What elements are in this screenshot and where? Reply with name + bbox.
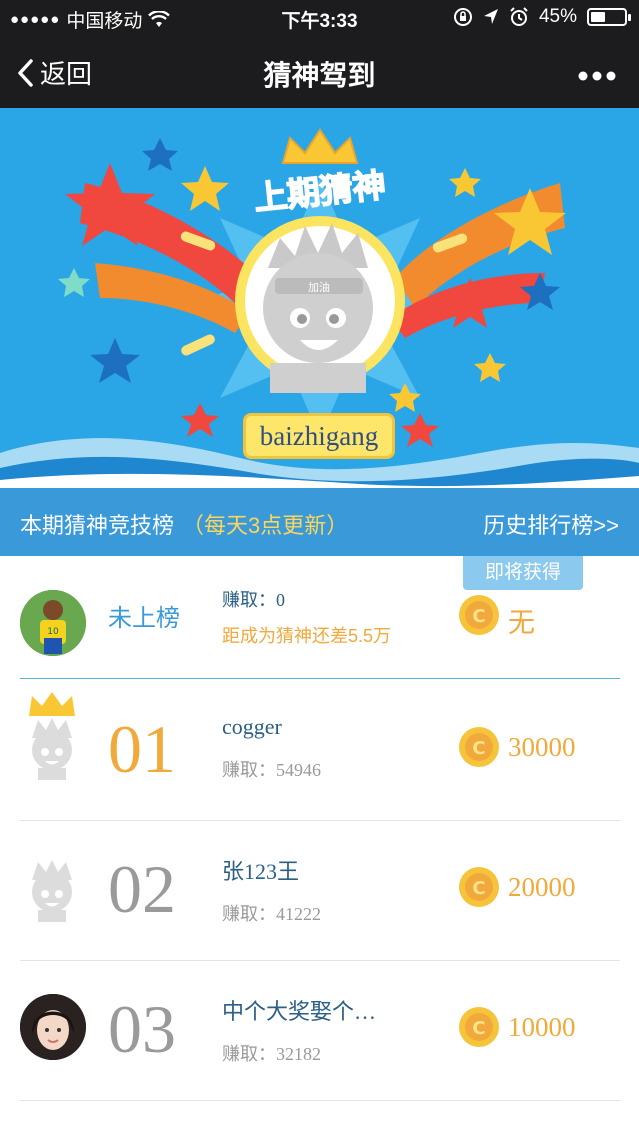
- my-entry-row: 10 未上榜 赚取：0 距成为猜神还差5.5万 C 无: [20, 586, 620, 678]
- more-dots-icon: [578, 71, 616, 81]
- soon-reward-tag: 即将获得: [463, 556, 583, 590]
- svg-text:C: C: [472, 738, 485, 759]
- user-name: 中个大奖娶个…: [222, 999, 377, 1024]
- banner-heading: 上期猜神: [252, 165, 387, 218]
- page-title: 猜神驾到: [263, 60, 376, 91]
- reward-amount: 30000: [508, 732, 576, 762]
- reward-amount: 10000: [508, 1012, 576, 1042]
- coin-icon: C: [459, 867, 499, 907]
- divider: [20, 820, 620, 821]
- user-avatar: [20, 994, 86, 1060]
- back-label: 返回: [40, 59, 93, 89]
- user-earned: 赚取：41222: [222, 904, 321, 924]
- champion-username: baizhigang: [243, 413, 395, 459]
- battery-percent: 45%: [538, 6, 577, 27]
- divider: [20, 678, 620, 679]
- divider: [20, 1100, 620, 1101]
- leaderboard-header: 本期猜神竞技榜 （每天3点更新） 历史排行榜>>: [0, 488, 639, 556]
- coin-icon: C: [459, 727, 499, 767]
- status-bar: ●●●●● 中国移动 下午3:33 45%: [0, 0, 639, 36]
- my-avatar: 10: [20, 590, 86, 656]
- svg-text:C: C: [472, 1018, 485, 1039]
- more-button[interactable]: [577, 56, 617, 90]
- coin-icon: C: [459, 595, 499, 635]
- back-button[interactable]: 返回: [16, 54, 92, 91]
- my-earned: 赚取：0: [222, 590, 285, 610]
- user-name: cogger: [222, 714, 282, 739]
- leaderboard-title-text: 本期猜神竞技榜: [20, 513, 175, 538]
- location-icon: [483, 9, 498, 24]
- user-earned: 赚取：54946: [222, 760, 321, 780]
- leaderboard-row[interactable]: 03 中个大奖娶个… 赚取：32182 C 10000: [20, 970, 620, 1100]
- rank-number: 03: [108, 991, 176, 1067]
- default-avatar-icon: [32, 860, 72, 922]
- rank-number: 02: [108, 851, 176, 927]
- svg-text:C: C: [472, 878, 485, 899]
- battery-fill: [591, 12, 606, 22]
- divider: [20, 960, 620, 961]
- my-gap-note: 距成为猜神还差5.5万: [222, 626, 392, 646]
- coin-icon: C: [459, 1007, 499, 1047]
- update-note: （每天3点更新）: [182, 513, 349, 538]
- leaderboard-title: 本期猜神竞技榜 （每天3点更新）: [20, 508, 348, 540]
- last-champion-banner: 加油 上期猜神 baizhigang: [0, 108, 639, 488]
- leaderboard-row[interactable]: 01 cogger 赚取：54946 C 30000: [20, 690, 620, 820]
- my-rank-status: 未上榜: [108, 605, 180, 632]
- chevron-left-icon: [18, 58, 33, 87]
- svg-text:10: 10: [47, 627, 59, 637]
- crown-icon: [29, 692, 75, 716]
- orientation-lock-icon: [453, 8, 472, 26]
- rank-number: 01: [108, 711, 176, 787]
- user-earned: 赚取：32182: [222, 1044, 321, 1064]
- default-avatar-icon: [32, 718, 72, 780]
- status-bar-right: 45%: [453, 6, 631, 28]
- my-reward: 无: [508, 608, 535, 638]
- reward-amount: 20000: [508, 872, 576, 902]
- battery-icon: [587, 8, 631, 26]
- svg-text:C: C: [472, 606, 485, 627]
- nav-bar: 返回 猜神驾到: [0, 36, 639, 108]
- history-ranking-link[interactable]: 历史排行榜>>: [483, 508, 619, 540]
- user-name: 张123王: [222, 859, 300, 884]
- leaderboard-row[interactable]: 02 张123王 赚取：41222 C 20000: [20, 830, 620, 960]
- alarm-icon: [510, 7, 528, 26]
- avatar-headband-text: 加油: [308, 280, 330, 294]
